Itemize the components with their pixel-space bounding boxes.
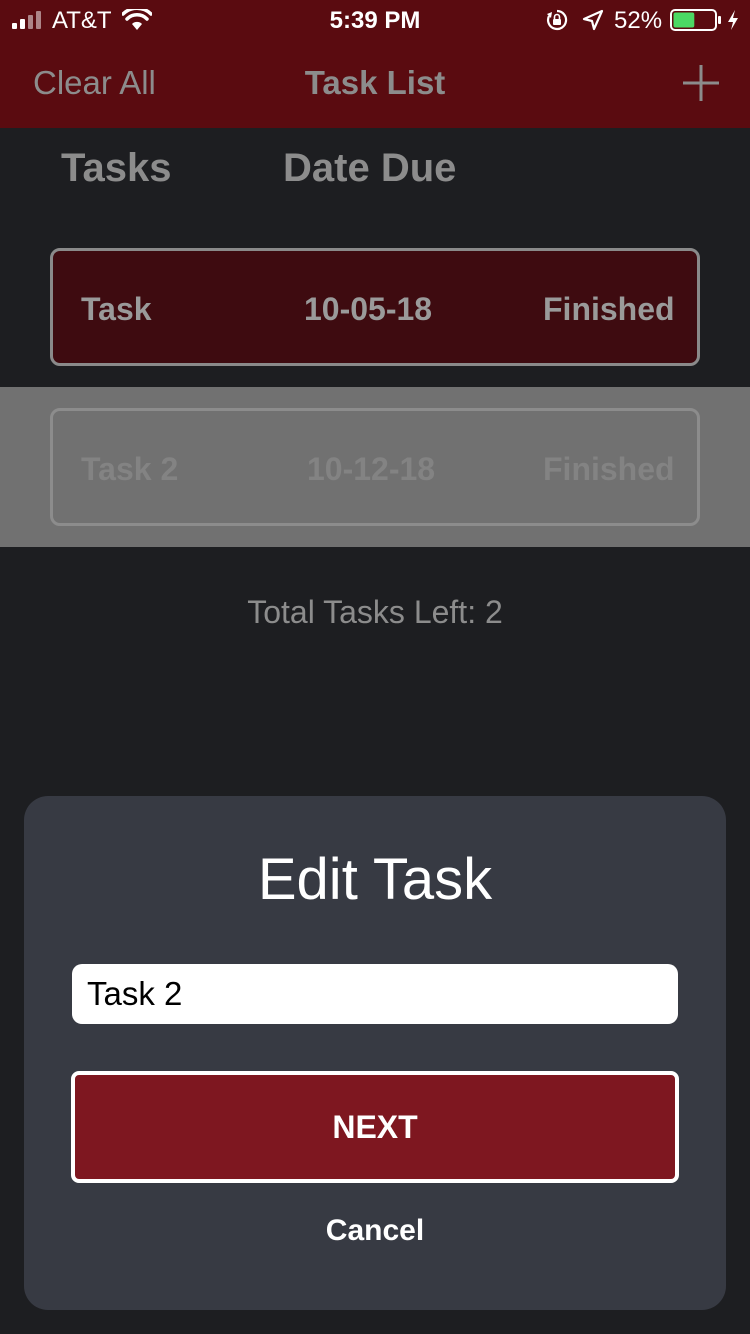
battery-icon	[670, 9, 721, 31]
list-item[interactable]: Task 10-05-18 Finished	[0, 228, 750, 386]
task-name-input[interactable]	[72, 964, 678, 1024]
task-status: Finished	[543, 291, 675, 327]
task-date: 10-12-18	[307, 451, 436, 487]
tasks-column-header: Tasks	[61, 146, 172, 190]
date-due-column-header: Date Due	[283, 146, 457, 190]
battery-percent: 52%	[614, 7, 663, 34]
nav-bar: Clear All Task List	[0, 40, 750, 128]
status-bar: AT&T 5:39 PM 52%	[0, 0, 750, 40]
task-name: Task 2	[81, 451, 179, 487]
task-name: Task	[81, 291, 152, 327]
charging-icon	[728, 10, 738, 30]
location-icon	[582, 9, 604, 31]
dialog-title: Edit Task	[257, 847, 493, 912]
total-tasks-label: Total Tasks Left: 2	[247, 594, 503, 630]
task-card[interactable]: Task 2 10-12-18 Finished	[50, 408, 700, 526]
task-card[interactable]: Task 10-05-18 Finished	[50, 248, 700, 366]
task-date: 10-05-18	[304, 291, 433, 327]
next-button[interactable]: NEXT	[71, 1071, 679, 1183]
rotation-lock-icon	[546, 9, 568, 31]
list-item-selected[interactable]: Task 2 10-12-18 Finished	[0, 387, 750, 547]
page-title: Task List	[304, 64, 446, 101]
task-status: Finished	[543, 451, 675, 487]
plus-icon[interactable]	[680, 62, 722, 104]
top-bar: AT&T 5:39 PM 52% Clear All Task List	[0, 0, 750, 128]
edit-task-dialog: Edit Task NEXT Cancel	[24, 796, 726, 1310]
cancel-button[interactable]: Cancel	[24, 1214, 726, 1248]
